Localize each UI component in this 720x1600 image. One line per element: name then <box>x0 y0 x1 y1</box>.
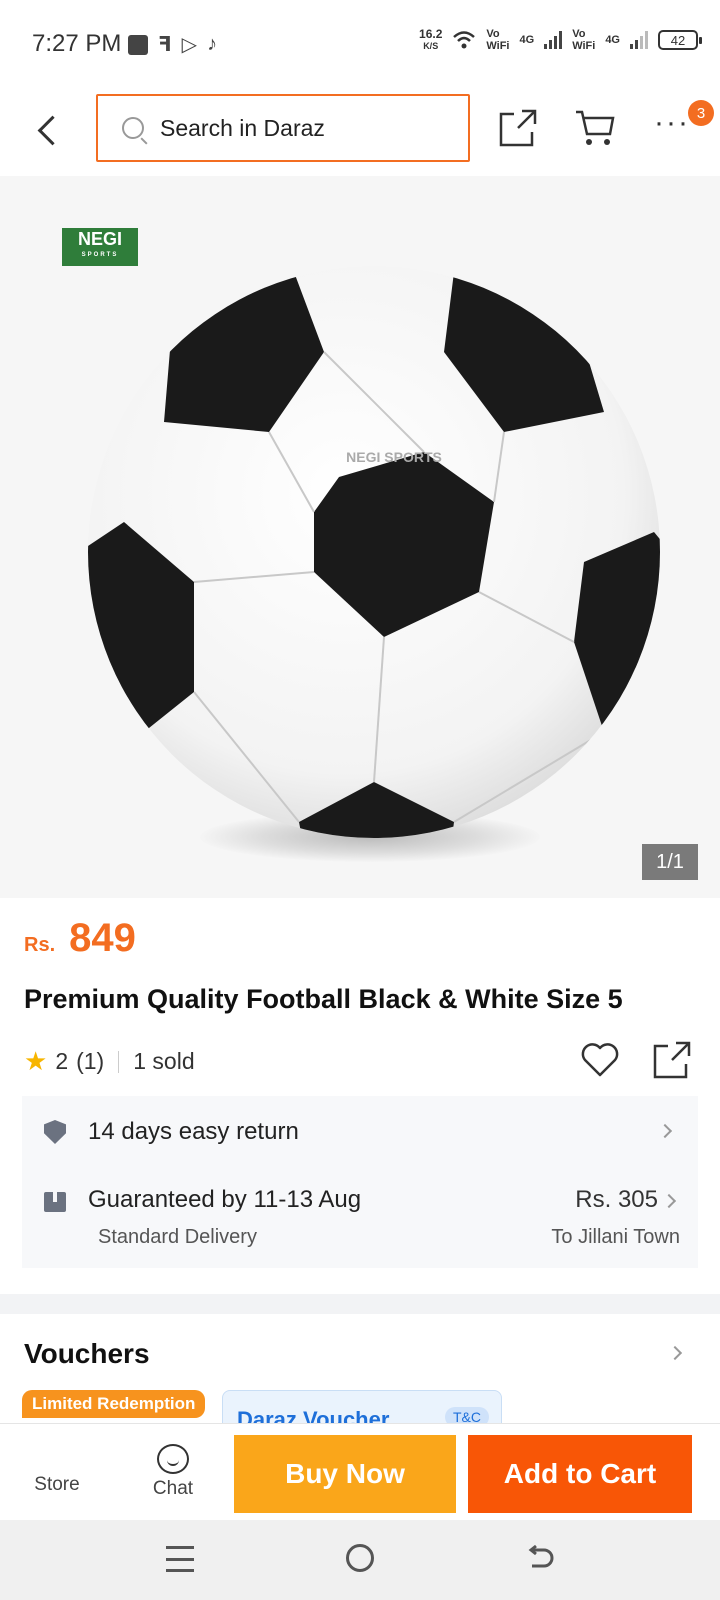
wishlist-heart-button[interactable] <box>580 1040 620 1080</box>
status-time: 7:27 PM <box>32 30 122 57</box>
sold-count: 1 sold <box>133 1048 195 1074</box>
sim1-label-bottom: WiFi <box>486 40 510 52</box>
add-to-cart-button[interactable]: Add to Cart <box>468 1435 692 1513</box>
rating-row[interactable]: ★ 2 (1) 1 sold <box>24 1046 195 1077</box>
sim2-label-bottom: WiFi <box>572 40 596 52</box>
status-indicators: 16.2 K/S Vo WiFi 4G Vo WiFi 4G 42 <box>419 28 702 52</box>
signal-bars-icon <box>544 31 563 49</box>
image-counter: 1/1 <box>642 844 698 880</box>
product-image-gallery[interactable]: NEGI SPORTS NEGI SPORTS 1/1 <box>0 176 720 898</box>
vouchers-chevron-icon[interactable] <box>667 1345 683 1361</box>
delivery-fee: Rs. 305 <box>575 1186 658 1213</box>
ball-print-text: NEGI SPORTS <box>346 449 442 465</box>
search-input[interactable]: Search in Daraz <box>96 94 470 162</box>
shield-check-icon <box>44 1120 66 1144</box>
limited-redemption-tag: Limited Redemption <box>22 1390 206 1418</box>
brand-logo: NEGI SPORTS <box>62 228 138 266</box>
currency-label: Rs. <box>24 934 56 956</box>
bottom-action-bar: Store Chat Buy Now Add to Cart <box>0 1423 720 1520</box>
return-policy-text: 14 days easy return <box>88 1118 299 1145</box>
chat-label: Chat <box>152 1478 194 1499</box>
back-nav-icon[interactable] <box>526 1544 554 1572</box>
chevron-right-icon <box>657 1123 673 1139</box>
store-button[interactable]: Store <box>14 1450 100 1496</box>
section-divider <box>0 1294 720 1314</box>
tiktok-icon: ♪ <box>207 33 218 55</box>
wifi-icon <box>453 31 476 49</box>
package-icon <box>44 1192 66 1212</box>
sim1-volte: Vo WiFi <box>486 28 509 52</box>
rating-count: (1) <box>76 1048 105 1074</box>
cart-button[interactable] <box>574 108 616 148</box>
search-placeholder: Search in Daraz <box>160 114 325 141</box>
chevron-right-icon <box>661 1193 677 1209</box>
app-play-icon: ▷ <box>181 34 198 56</box>
delivery-destination: To Jillani Town <box>551 1226 680 1248</box>
delivery-info-box: 14 days easy return Guaranteed by 11-13 … <box>22 1096 698 1268</box>
sim1-net: 4G <box>519 34 535 46</box>
chat-icon <box>157 1444 189 1474</box>
back-button[interactable] <box>30 110 66 150</box>
brand-logo-sub: SPORTS <box>81 252 119 258</box>
network-speed: 16.2 K/S <box>419 28 442 52</box>
app-f-icon: ꟻ <box>158 34 172 56</box>
speed-value: 16.2 <box>419 27 443 41</box>
signal-bars-icon <box>630 31 648 49</box>
rating-value: 2 <box>55 1048 69 1074</box>
speed-unit: K/S <box>423 41 439 51</box>
home-icon[interactable] <box>346 1544 374 1572</box>
notification-square-icon <box>128 34 148 55</box>
star-icon: ★ <box>24 1046 48 1076</box>
sim2-net: 4G <box>605 34 620 46</box>
sim2-volte: Vo WiFi <box>572 28 595 52</box>
buy-now-button[interactable]: Buy Now <box>234 1435 456 1513</box>
delivery-type: Standard Delivery <box>98 1226 257 1248</box>
price-value: 849 <box>69 916 136 960</box>
price: Rs. 849 <box>24 916 136 961</box>
top-header: Search in Daraz ··· <box>0 88 720 176</box>
store-label: Store <box>34 1474 80 1495</box>
return-policy-row[interactable]: 14 days easy return <box>22 1096 698 1166</box>
more-options-button[interactable]: ··· <box>654 108 690 138</box>
chat-button[interactable]: Chat <box>130 1444 216 1500</box>
notification-icons: ꟻ ▷ ♪ <box>128 32 217 57</box>
recent-apps-icon[interactable] <box>166 1546 194 1572</box>
battery-level: 42 <box>670 32 686 48</box>
product-title: Premium Quality Football Black & White S… <box>24 984 623 1014</box>
cart-count-badge: 3 <box>688 100 714 126</box>
battery-icon: 42 <box>658 30 702 50</box>
sim1-label-top: Vo <box>486 28 500 40</box>
system-navigation-bar <box>0 1520 720 1600</box>
vouchers-heading: Vouchers <box>24 1338 150 1369</box>
search-icon <box>122 117 144 139</box>
share-button[interactable] <box>498 108 538 148</box>
status-bar: 7:27 PM ꟻ ▷ ♪ 16.2 K/S Vo WiFi 4G Vo WiF… <box>0 0 720 88</box>
share-product-button[interactable] <box>652 1040 692 1080</box>
delivery-guarantee: Guaranteed by 11-13 Aug <box>88 1186 362 1213</box>
football-image: NEGI SPORTS <box>88 266 660 838</box>
divider <box>118 1050 120 1073</box>
sim2-label-top: Vo <box>572 28 586 40</box>
brand-logo-text: NEGI <box>77 229 122 249</box>
